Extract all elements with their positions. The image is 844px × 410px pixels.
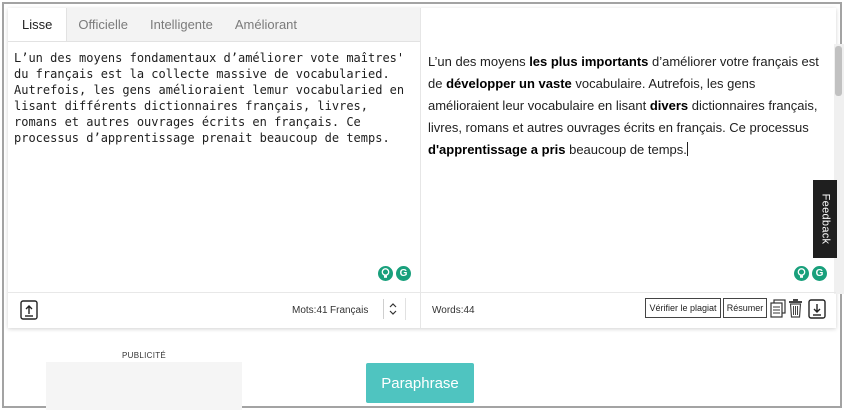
output-changed-phrase: les plus importants xyxy=(529,54,649,69)
upload-icon[interactable] xyxy=(20,300,38,320)
language-select[interactable]: Français xyxy=(330,305,368,316)
tab-lisse[interactable]: Lisse xyxy=(8,8,68,41)
feedback-tab[interactable]: Feedback xyxy=(813,180,837,258)
input-assist-icons: G xyxy=(378,266,411,281)
check-plagiarism-button[interactable]: Vérifier le plagiat xyxy=(645,298,721,318)
input-textarea[interactable]: L’un des moyens fondamentaux d’améliorer… xyxy=(14,50,414,146)
text-caret xyxy=(686,142,688,156)
tab-ameliorant[interactable]: Améliorant xyxy=(224,8,308,41)
chevron-updown-icon[interactable] xyxy=(388,301,398,322)
paraphrase-button[interactable]: Paraphrase xyxy=(366,363,474,403)
tab-officielle[interactable]: Officielle xyxy=(67,8,139,41)
download-icon[interactable] xyxy=(808,299,826,319)
pane-divider xyxy=(420,8,421,328)
tab-intelligente[interactable]: Intelligente xyxy=(139,8,224,41)
lightbulb-icon[interactable] xyxy=(378,266,393,281)
output-text[interactable]: L’un des moyens les plus importants d’am… xyxy=(428,51,824,161)
output-changed-phrase: développer un vaste xyxy=(446,76,572,91)
grammarly-icon[interactable]: G xyxy=(396,266,411,281)
summarize-button[interactable]: Résumer xyxy=(723,298,767,318)
output-word-count: Words:44 xyxy=(432,305,475,316)
ad-slot xyxy=(46,362,242,410)
output-assist-icons: G xyxy=(794,266,827,281)
left-footer-divider xyxy=(8,292,420,293)
lightbulb-icon[interactable] xyxy=(794,266,809,281)
scrollbar-thumb[interactable] xyxy=(835,46,842,96)
output-text-segment: L’un des moyens xyxy=(428,54,530,69)
ad-label: PUBLICITÉ xyxy=(122,351,167,360)
editor-card: Lisse Officielle Intelligente Améliorant… xyxy=(8,8,844,328)
app-frame: Lisse Officielle Intelligente Améliorant… xyxy=(2,2,844,410)
copy-icon[interactable] xyxy=(770,299,786,323)
output-text-segment: beaucoup de temps. xyxy=(565,142,687,157)
grammarly-icon[interactable]: G xyxy=(812,266,827,281)
feedback-label: Feedback xyxy=(819,193,831,245)
output-changed-phrase: d'apprentissage a pris xyxy=(428,142,566,157)
language-separator xyxy=(383,299,384,319)
output-changed-phrase: divers xyxy=(649,98,689,113)
trash-icon[interactable] xyxy=(788,299,803,323)
right-footer-divider xyxy=(421,292,836,293)
mode-tabs: Lisse Officielle Intelligente Améliorant xyxy=(8,8,420,42)
